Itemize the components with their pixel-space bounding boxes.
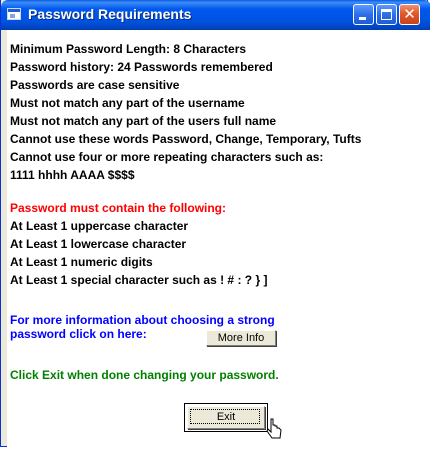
close-icon: ✕ bbox=[403, 5, 416, 23]
more-info-button[interactable]: More Info bbox=[206, 330, 276, 346]
requirement-banned-words: Cannot use these words Password, Change,… bbox=[10, 132, 362, 146]
must-contain-special: At Least 1 special character such as ! #… bbox=[10, 273, 268, 287]
title-bar[interactable]: Password Requirements ✕ bbox=[1, 0, 430, 30]
requirement-history: Password history: 24 Passwords remembere… bbox=[10, 60, 273, 74]
minimize-button[interactable] bbox=[353, 4, 374, 25]
dialog-content: Minimum Password Length: 8 Characters Pa… bbox=[7, 30, 429, 447]
requirement-no-repeating: Cannot use four or more repeating charac… bbox=[10, 150, 324, 164]
requirement-no-full-name: Must not match any part of the users ful… bbox=[10, 114, 277, 128]
exit-button-frame[interactable]: Exit bbox=[184, 403, 268, 432]
exit-focus-ring bbox=[190, 409, 260, 424]
exit-instruction: Click Exit when done changing your passw… bbox=[10, 368, 279, 382]
must-contain-lowercase: At Least 1 lowercase character bbox=[10, 237, 187, 251]
requirement-repeating-examples: 1111 hhhh AAAA $$$$ bbox=[10, 168, 135, 182]
mouse-pointer-icon bbox=[266, 418, 282, 439]
must-contain-heading: Password must contain the following: bbox=[10, 201, 227, 215]
window-title: Password Requirements bbox=[28, 6, 192, 22]
must-contain-uppercase: At Least 1 uppercase character bbox=[10, 219, 189, 233]
requirement-case-sensitive: Passwords are case sensitive bbox=[10, 78, 180, 92]
maximize-icon bbox=[381, 9, 392, 20]
more-info-text-line2: password click on here: bbox=[10, 327, 147, 341]
password-requirements-window: Password Requirements ✕ Minimum Password… bbox=[0, 0, 430, 447]
maximize-button[interactable] bbox=[376, 4, 397, 25]
minimize-icon bbox=[359, 17, 366, 20]
close-button[interactable]: ✕ bbox=[399, 4, 420, 25]
window-app-icon[interactable] bbox=[7, 8, 21, 20]
requirement-min-length: Minimum Password Length: 8 Characters bbox=[10, 42, 247, 56]
requirement-no-username: Must not match any part of the username bbox=[10, 96, 245, 110]
must-contain-numeric: At Least 1 numeric digits bbox=[10, 255, 153, 269]
more-info-text-line1: For more information about choosing a st… bbox=[10, 313, 275, 327]
